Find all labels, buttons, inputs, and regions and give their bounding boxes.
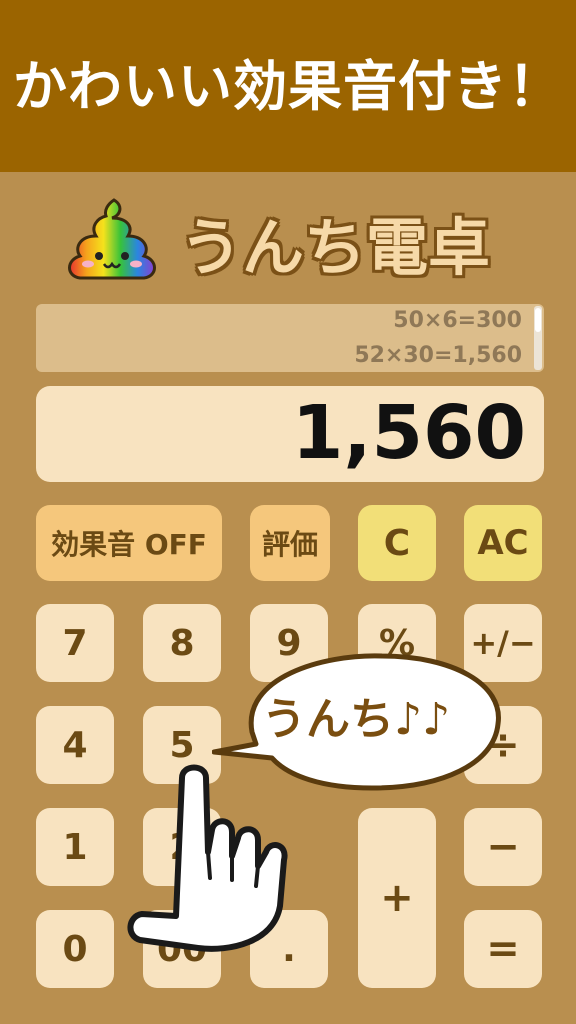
- bubble-text: うんち♪♪: [262, 694, 451, 745]
- key-7[interactable]: 7: [36, 604, 114, 682]
- key-8[interactable]: 8: [143, 604, 221, 682]
- app-title: うんち電卓: [180, 211, 491, 284]
- history-panel[interactable]: 50×6=300 52×30=1,560: [36, 304, 544, 372]
- key-4[interactable]: 4: [36, 706, 114, 784]
- key-equals[interactable]: =: [464, 910, 542, 988]
- rainbow-poop-icon: [68, 198, 156, 280]
- promo-banner: かわいい効果音付き！: [0, 0, 576, 172]
- key-plus[interactable]: +: [358, 808, 436, 988]
- sound-toggle-button[interactable]: 効果音 OFF: [36, 505, 222, 581]
- result-display: 1,560: [36, 386, 544, 482]
- key-1[interactable]: 1: [36, 808, 114, 886]
- history-line: 52×30=1,560: [354, 343, 522, 368]
- history-line: 50×6=300: [393, 308, 522, 333]
- pointing-hand-icon: [127, 764, 288, 952]
- key-minus[interactable]: −: [464, 808, 542, 886]
- all-clear-button[interactable]: AC: [464, 505, 542, 581]
- history-scrollbar[interactable]: [534, 306, 542, 370]
- banner-text: かわいい効果音付き！: [13, 54, 563, 118]
- clear-button[interactable]: C: [358, 505, 436, 581]
- key-0[interactable]: 0: [36, 910, 114, 988]
- rate-button[interactable]: 評価: [250, 505, 330, 581]
- display-value: 1,560: [291, 390, 526, 476]
